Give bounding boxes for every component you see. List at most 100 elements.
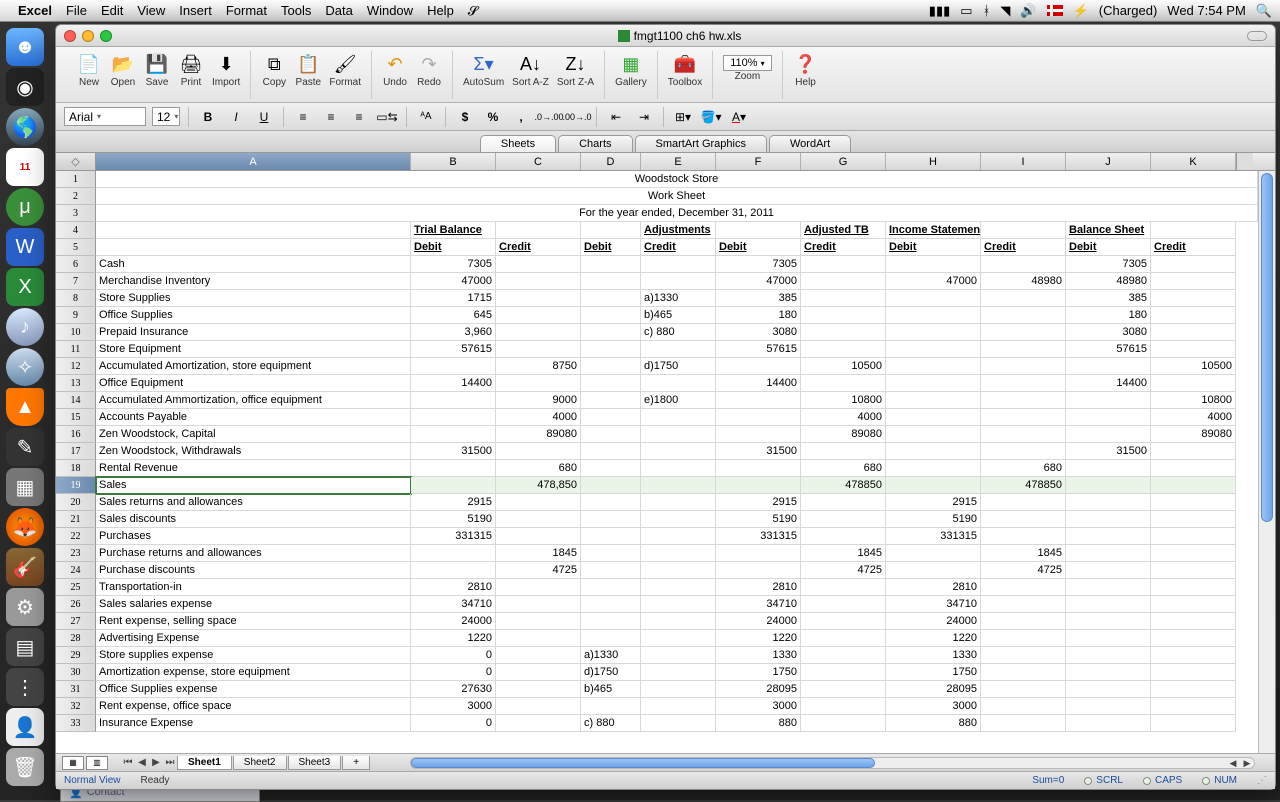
col-header-i[interactable]: I xyxy=(981,153,1066,170)
cell[interactable] xyxy=(1151,273,1236,290)
row-header[interactable]: 13 xyxy=(56,375,96,392)
cell[interactable] xyxy=(1151,698,1236,715)
cell[interactable] xyxy=(1066,562,1151,579)
cell[interactable] xyxy=(981,715,1066,732)
sheet-tab-3[interactable]: Sheet3 xyxy=(288,756,342,770)
cell[interactable]: 680 xyxy=(981,460,1066,477)
col-header-c[interactable]: C xyxy=(496,153,581,170)
cell[interactable] xyxy=(641,273,716,290)
font-family-select[interactable]: Arial xyxy=(64,107,146,126)
cell[interactable]: 331315 xyxy=(716,528,801,545)
percent-button[interactable]: % xyxy=(482,107,504,127)
cell[interactable]: Balance Sheet xyxy=(1066,222,1151,239)
cell[interactable]: 27630 xyxy=(411,681,496,698)
cell[interactable]: 1330 xyxy=(716,647,801,664)
cell[interactable]: 7305 xyxy=(716,256,801,273)
cell[interactable] xyxy=(1151,511,1236,528)
cell[interactable]: 4725 xyxy=(981,562,1066,579)
cell[interactable]: Zen Woodstock, Capital xyxy=(96,426,411,443)
row-header[interactable]: 18 xyxy=(56,460,96,477)
sheet-tab-1[interactable]: Sheet1 xyxy=(177,756,232,770)
col-header-h[interactable]: H xyxy=(886,153,981,170)
cell[interactable] xyxy=(1151,443,1236,460)
cell[interactable]: 478850 xyxy=(981,477,1066,494)
cell[interactable] xyxy=(1066,664,1151,681)
cell[interactable]: Office Equipment xyxy=(96,375,411,392)
view-mode-label[interactable]: Normal View xyxy=(64,775,121,786)
menu-edit[interactable]: Edit xyxy=(101,3,123,18)
cell[interactable] xyxy=(411,460,496,477)
col-header-d[interactable]: D xyxy=(581,153,641,170)
cell[interactable]: 3000 xyxy=(716,698,801,715)
cell[interactable] xyxy=(981,613,1066,630)
dock-utorrent[interactable]: μ xyxy=(6,188,44,226)
cell[interactable] xyxy=(581,375,641,392)
cell[interactable]: Income Statement xyxy=(886,222,981,239)
cell[interactable]: Office Supplies xyxy=(96,307,411,324)
dock-app-dark2[interactable]: ⋮ xyxy=(6,668,44,706)
cell[interactable] xyxy=(981,647,1066,664)
indent-increase-button[interactable]: ⇥ xyxy=(633,107,655,127)
row-header[interactable]: 26 xyxy=(56,596,96,613)
cell[interactable] xyxy=(641,341,716,358)
cell[interactable] xyxy=(886,392,981,409)
dock-trash[interactable]: 🗑 xyxy=(6,748,44,786)
cell[interactable] xyxy=(801,511,886,528)
cell[interactable]: 10800 xyxy=(1151,392,1236,409)
sort-za-button[interactable]: Z↓Sort Z-A xyxy=(555,51,596,88)
cell[interactable]: 1845 xyxy=(981,545,1066,562)
cell[interactable] xyxy=(1151,647,1236,664)
cell[interactable]: Adjustments xyxy=(641,222,716,239)
print-button[interactable]: 🖨Print xyxy=(176,51,206,88)
cell[interactable] xyxy=(641,460,716,477)
cell[interactable] xyxy=(801,324,886,341)
cell[interactable] xyxy=(801,630,886,647)
cell[interactable] xyxy=(641,681,716,698)
cell[interactable] xyxy=(981,511,1066,528)
cell[interactable]: 47000 xyxy=(411,273,496,290)
align-left-button[interactable]: ≡ xyxy=(292,107,314,127)
dock-google-earth[interactable]: 🌎 xyxy=(6,108,44,146)
cell[interactable]: d)1750 xyxy=(641,358,716,375)
cell[interactable] xyxy=(96,222,411,239)
row-header[interactable]: 14 xyxy=(56,392,96,409)
row-header[interactable]: 8 xyxy=(56,290,96,307)
cell[interactable]: 880 xyxy=(716,715,801,732)
row-header[interactable]: 28 xyxy=(56,630,96,647)
cell[interactable]: 34710 xyxy=(886,596,981,613)
window-close-button[interactable] xyxy=(64,30,76,42)
cell[interactable]: 0 xyxy=(411,664,496,681)
cell[interactable]: 4725 xyxy=(801,562,886,579)
cell[interactable] xyxy=(496,341,581,358)
dock-safari[interactable]: ✧ xyxy=(6,348,44,386)
cell[interactable] xyxy=(641,613,716,630)
merge-cells-button[interactable]: ▭⇆ xyxy=(376,107,398,127)
cell[interactable]: 14400 xyxy=(1066,375,1151,392)
dock-ical[interactable]: 11 xyxy=(6,148,44,186)
dock-app-dark[interactable]: ▤ xyxy=(6,628,44,666)
borders-button[interactable]: ⊞▾ xyxy=(672,107,694,127)
cell[interactable] xyxy=(496,698,581,715)
cell[interactable] xyxy=(581,511,641,528)
script-menu-icon[interactable]: 𝓢 xyxy=(468,3,478,19)
cell[interactable]: 1750 xyxy=(716,664,801,681)
cell[interactable]: 2915 xyxy=(886,494,981,511)
col-header-b[interactable]: B xyxy=(411,153,496,170)
cell[interactable] xyxy=(641,545,716,562)
power-icon[interactable]: ⚡ xyxy=(1073,3,1089,19)
menu-tools[interactable]: Tools xyxy=(281,3,311,18)
menu-data[interactable]: Data xyxy=(325,3,352,18)
cell[interactable] xyxy=(801,681,886,698)
col-header-a[interactable]: A xyxy=(96,153,411,170)
cell[interactable]: 24000 xyxy=(886,613,981,630)
row-header[interactable]: 3 xyxy=(56,205,96,222)
cell[interactable] xyxy=(496,375,581,392)
cell[interactable] xyxy=(1066,358,1151,375)
cell[interactable] xyxy=(1066,613,1151,630)
cell[interactable]: Store Supplies xyxy=(96,290,411,307)
dock-firefox[interactable]: 🦊 xyxy=(6,508,44,546)
sort-az-button[interactable]: A↓Sort A-Z xyxy=(510,51,551,88)
cell[interactable]: Store Equipment xyxy=(96,341,411,358)
help-button[interactable]: ❓Help xyxy=(791,51,821,88)
paste-button[interactable]: 📋Paste xyxy=(293,51,323,88)
